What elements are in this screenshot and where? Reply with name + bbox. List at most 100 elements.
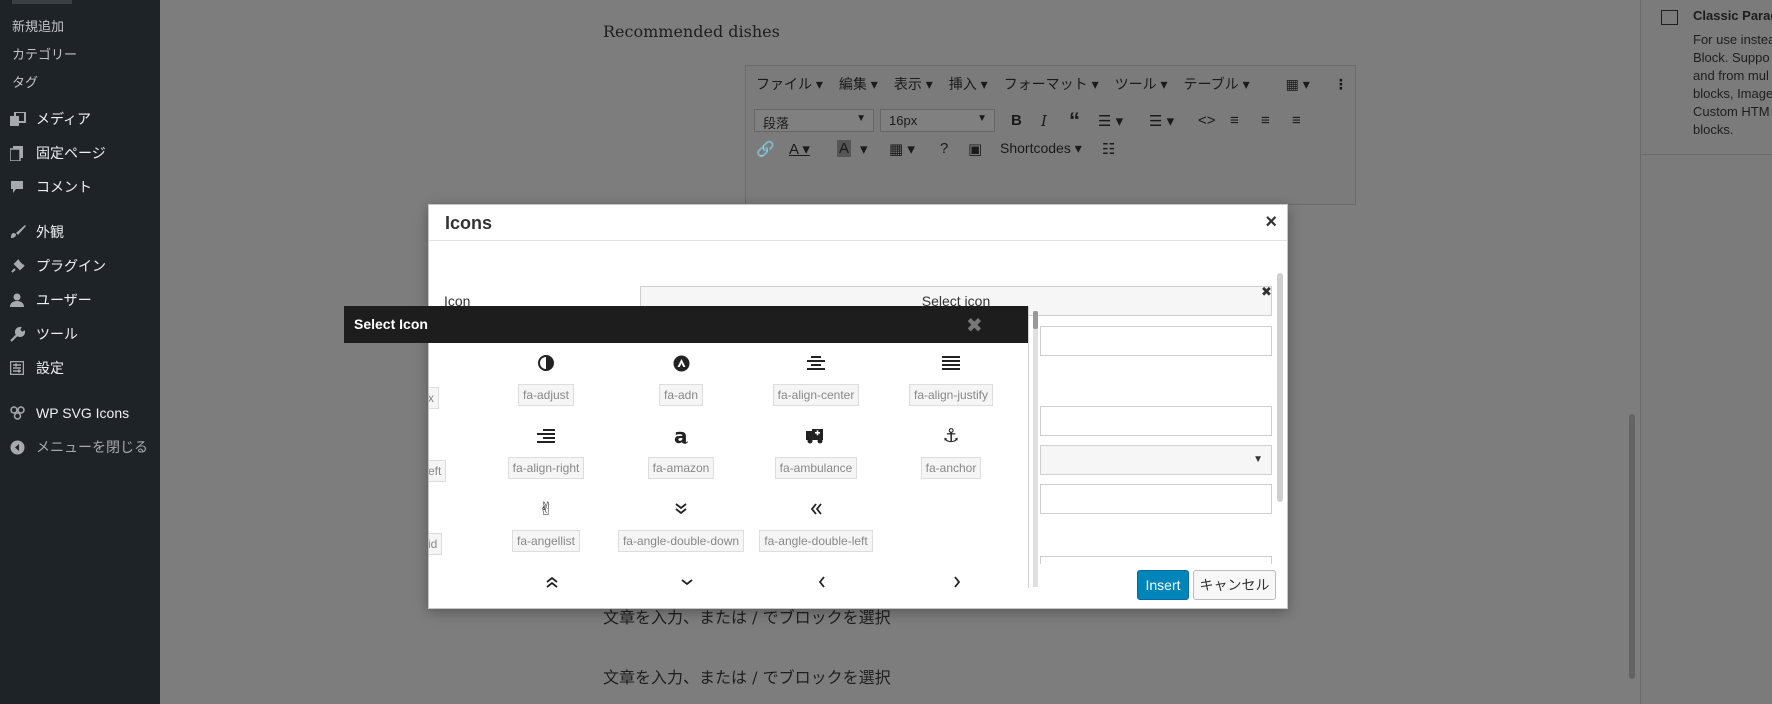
text-field-3[interactable]: [1040, 484, 1272, 514]
link-icon[interactable]: 🔗: [756, 140, 775, 158]
blockquote-icon[interactable]: “: [1069, 108, 1080, 134]
font-size-value: 16px: [889, 113, 918, 128]
icon-label-cut[interactable]: eft: [429, 460, 447, 482]
toolbar-list-icon[interactable]: ☷: [1102, 140, 1115, 158]
editor-scrollbar[interactable]: [1629, 414, 1635, 679]
media-embed-icon[interactable]: ▣: [968, 140, 982, 158]
icon-option-anchor[interactable]: ⚓ fa-anchor: [886, 423, 1016, 479]
sidebar-item-users[interactable]: ユーザー: [0, 285, 160, 315]
media-icon: [0, 112, 36, 126]
sidebar-item-appearance[interactable]: 外観: [0, 217, 160, 247]
align-center-icon[interactable]: ≡: [1261, 112, 1270, 129]
align-left-icon[interactable]: ≡: [1230, 112, 1239, 129]
classic-menubar: ファイル ▾ 編集 ▾ 表示 ▾ 挿入 ▾ フォーマット ▾ ツール ▾ テーブ…: [756, 74, 1364, 94]
menu-label: ファイル: [756, 76, 812, 92]
icon-option-align-right[interactable]: fa-align-right: [481, 423, 611, 479]
sidebar-item-label: プラグイン: [36, 258, 106, 274]
select-icon-header: Select Icon ✖: [344, 306, 1029, 343]
code-icon[interactable]: <>: [1198, 112, 1216, 129]
heading-block[interactable]: Recommended dishes: [603, 22, 780, 41]
block-format-select[interactable]: 段落 ▼: [754, 109, 874, 132]
icon-label-cut[interactable]: id: [429, 533, 443, 555]
icon-option-angle-down[interactable]: [622, 569, 752, 588]
icon-label: fa-adjust: [517, 384, 575, 406]
menu-view[interactable]: 表示 ▾: [894, 74, 933, 94]
icon-option-adn[interactable]: fa-adn: [616, 350, 746, 406]
menu-tools[interactable]: ツール ▾: [1115, 74, 1168, 94]
text-field-1[interactable]: [1040, 326, 1272, 356]
icon-label: fa-angle-double-down: [617, 530, 745, 552]
menu-edit[interactable]: 編集 ▾: [839, 74, 878, 94]
angellist-icon: ✌: [538, 498, 554, 519]
icon-option-angellist[interactable]: ✌ fa-angellist: [481, 496, 611, 552]
sidebar-item-wp-svg-icons[interactable]: WP SVG Icons: [0, 398, 160, 428]
icon-option-align-justify[interactable]: fa-align-justify: [886, 350, 1016, 406]
cancel-button[interactable]: キャンセル: [1193, 570, 1276, 600]
wrench-icon: [0, 326, 36, 342]
angle-double-up-icon: [545, 569, 559, 588]
classic-editor-block[interactable]: ファイル ▾ 編集 ▾ 表示 ▾ 挿入 ▾ フォーマット ▾ ツール ▾ テーブ…: [745, 65, 1356, 205]
chevron-down-icon: ▼: [1253, 454, 1263, 465]
text-field-4[interactable]: [1040, 556, 1272, 564]
icon-label: fa-amazon: [647, 457, 715, 479]
sidebar-item-pages[interactable]: 固定ページ: [0, 138, 160, 168]
menu-format[interactable]: フォーマット ▾: [1004, 74, 1099, 94]
amazon-icon: a ⌣: [673, 424, 689, 448]
numbered-list-icon[interactable]: ☰ ▾: [1149, 112, 1174, 130]
select-field[interactable]: ▼: [1040, 445, 1272, 475]
icon-option-amazon[interactable]: a ⌣ fa-amazon: [616, 423, 746, 479]
sidebar-item-plugins[interactable]: プラグイン: [0, 251, 160, 281]
help-icon[interactable]: ?: [940, 140, 948, 157]
scrollbar-thumb[interactable]: [1033, 311, 1038, 329]
font-size-select[interactable]: 16px ▼: [880, 109, 995, 132]
paragraph-placeholder-2[interactable]: 文章を入力、または / でブロックを選択: [603, 664, 891, 688]
italic-icon[interactable]: I: [1041, 112, 1047, 130]
more-options-icon[interactable]: ⋮: [1334, 76, 1348, 93]
menu-insert[interactable]: 挿入 ▾: [949, 74, 988, 94]
insert-button[interactable]: Insert: [1137, 570, 1189, 600]
icon-option-angle-double-left[interactable]: fa-angle-double-left: [751, 496, 881, 552]
icon-label-cut[interactable]: x: [429, 387, 439, 409]
menu-file[interactable]: ファイル ▾: [756, 74, 823, 94]
align-right-icon: [536, 423, 556, 449]
text-field-2[interactable]: [1040, 406, 1272, 436]
align-right-icon[interactable]: ≡: [1292, 112, 1301, 129]
appearance-icon: [0, 225, 36, 239]
sidebar-collapse-menu[interactable]: メニューを閉じる: [0, 432, 160, 462]
toolbar-toggle-icon[interactable]: ▦ ▾: [1286, 76, 1310, 93]
bold-icon[interactable]: B: [1011, 112, 1022, 129]
bg-color-dropdown-icon[interactable]: ▾: [860, 140, 868, 158]
submenu-tags[interactable]: タグ: [12, 72, 38, 91]
background-color-icon[interactable]: A: [837, 140, 852, 157]
icon-label: fa-adn: [658, 384, 704, 406]
icon-option-angle-double-up[interactable]: [487, 569, 617, 588]
text-color-icon[interactable]: A ▾: [789, 140, 810, 158]
icon-grid: x eft id fa-adjust fa-adn fa-align-cente…: [429, 343, 1029, 588]
sidebar-item-settings[interactable]: 設定: [0, 353, 160, 383]
submenu-categories[interactable]: カテゴリー: [12, 44, 77, 63]
close-icon[interactable]: ✖: [966, 313, 983, 338]
icon-label: fa-anchor: [920, 457, 982, 479]
shortcodes-dropdown[interactable]: Shortcodes ▾: [1000, 140, 1082, 157]
modal-scrollbar[interactable]: [1277, 273, 1283, 502]
icon-option-angle-right[interactable]: [892, 569, 1022, 588]
popup-divider: [1028, 306, 1029, 588]
bullet-list-icon[interactable]: ☰ ▾: [1098, 112, 1123, 130]
classic-block-icon: [1661, 10, 1678, 25]
table-icon[interactable]: ▦ ▾: [889, 140, 915, 158]
plugin-icon: [0, 258, 36, 274]
sidebar-item-media[interactable]: メディア: [0, 104, 160, 134]
icon-option-adjust[interactable]: fa-adjust: [481, 350, 611, 406]
menu-table[interactable]: テーブル ▾: [1184, 74, 1250, 94]
sidebar-item-comments[interactable]: コメント: [0, 172, 160, 202]
icon-option-align-center[interactable]: fa-align-center: [751, 350, 881, 406]
close-icon[interactable]: ×: [1265, 211, 1277, 234]
submenu-add-new[interactable]: 新規追加: [12, 16, 64, 35]
menu-label: フォーマット: [1003, 76, 1088, 92]
icon-option-ambulance[interactable]: fa-ambulance: [751, 423, 881, 479]
icon-option-angle-left[interactable]: [757, 569, 887, 588]
icon-option-angle-double-down[interactable]: fa-angle-double-down: [616, 496, 746, 552]
icon-grid-scrollbar[interactable]: [1033, 311, 1038, 587]
clear-icon[interactable]: ✖: [1261, 284, 1272, 300]
sidebar-item-tools[interactable]: ツール: [0, 319, 160, 349]
